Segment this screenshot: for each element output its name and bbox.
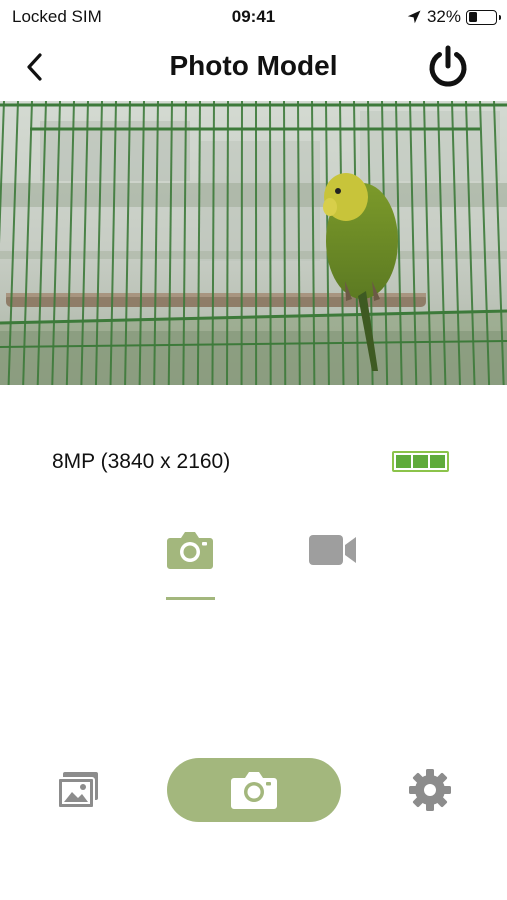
gear-icon (409, 769, 451, 811)
battery-nub (498, 14, 501, 20)
camera-icon (167, 532, 213, 569)
battery-fill (468, 12, 477, 22)
battery-percent: 32% (426, 7, 461, 26)
video-camera-icon (309, 535, 356, 565)
photo-mode-tab[interactable] (166, 530, 214, 570)
resolution-label: 8MP (3840 x 2160) (52, 450, 231, 473)
camera-icon (231, 772, 277, 809)
gallery-icon (57, 772, 98, 809)
power-icon (429, 45, 467, 87)
settings-button[interactable] (408, 768, 452, 812)
nav-bar: Photo Model (0, 34, 507, 100)
battery-cell (430, 455, 445, 468)
selected-mode-indicator (166, 597, 215, 600)
power-button[interactable] (425, 44, 471, 90)
camera-battery-indicator (392, 451, 449, 472)
status-bar: Locked SIM 09:41 32% (0, 0, 507, 34)
battery-icon (466, 9, 501, 25)
battery-cell (396, 455, 411, 468)
status-right: 32% (406, 6, 501, 28)
gallery-button[interactable] (56, 770, 100, 810)
shutter-button[interactable] (167, 758, 341, 822)
battery-cell (413, 455, 428, 468)
preview-image (0, 101, 507, 385)
camera-preview[interactable] (0, 101, 507, 385)
location-arrow-icon (407, 10, 421, 24)
video-mode-tab[interactable] (308, 532, 358, 568)
